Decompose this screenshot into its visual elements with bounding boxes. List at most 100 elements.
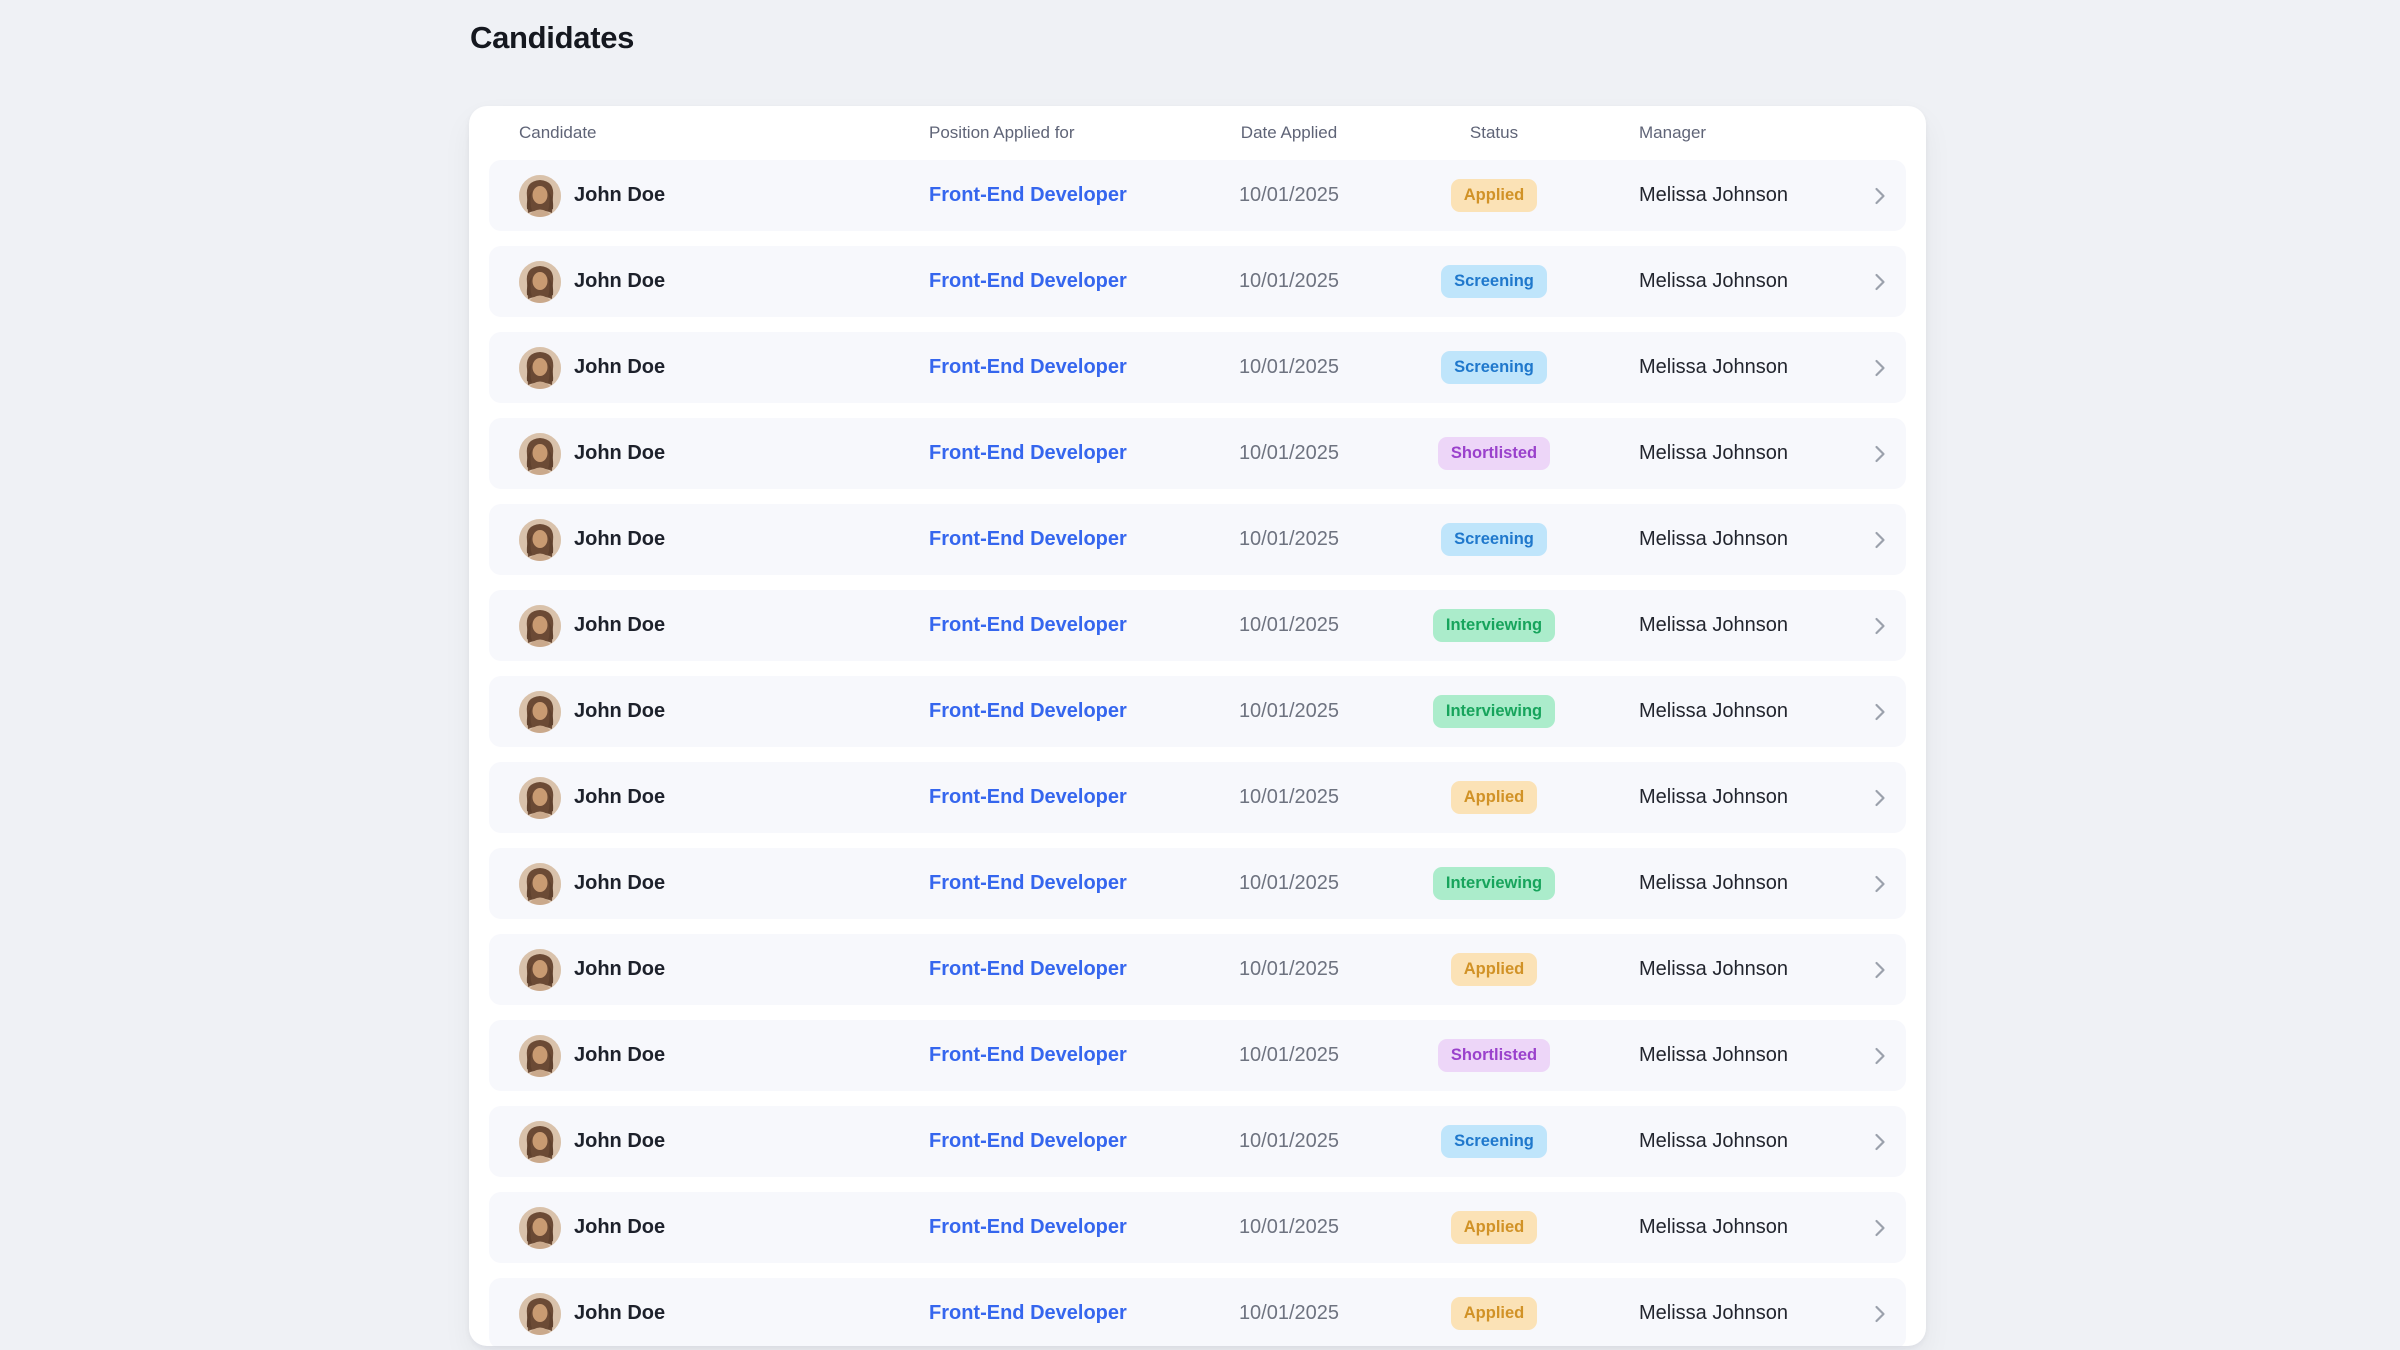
candidate-name: John Doe <box>574 1044 665 1067</box>
candidate-avatar <box>519 1293 561 1335</box>
portrait-photo-icon <box>519 519 561 561</box>
chevron-right-icon <box>1874 1132 1886 1152</box>
status-cell: Shortlisted <box>1389 1039 1599 1072</box>
candidate-name: John Doe <box>574 872 665 895</box>
row-open-control[interactable] <box>1858 1218 1886 1238</box>
status-badge: Screening <box>1441 1125 1547 1158</box>
candidate-name: John Doe <box>574 614 665 637</box>
date-applied: 10/01/2025 <box>1189 1130 1389 1153</box>
date-applied: 10/01/2025 <box>1189 528 1389 551</box>
column-header-date-applied: Date Applied <box>1189 123 1389 143</box>
table-row[interactable]: John Doe Front-End Developer 10/01/2025 … <box>489 1278 1906 1346</box>
position-link[interactable]: Front-End Developer <box>929 356 1189 379</box>
position-link[interactable]: Front-End Developer <box>929 1302 1189 1325</box>
position-link[interactable]: Front-End Developer <box>929 1216 1189 1239</box>
row-open-control[interactable] <box>1858 444 1886 464</box>
candidate-cell: John Doe <box>519 1035 929 1077</box>
candidate-cell: John Doe <box>519 1121 929 1163</box>
row-open-control[interactable] <box>1858 616 1886 636</box>
portrait-photo-icon <box>519 347 561 389</box>
date-applied: 10/01/2025 <box>1189 872 1389 895</box>
manager-name: Melissa Johnson <box>1599 356 1858 379</box>
position-link[interactable]: Front-End Developer <box>929 1044 1189 1067</box>
status-badge: Shortlisted <box>1438 1039 1550 1072</box>
row-open-control[interactable] <box>1858 1046 1886 1066</box>
row-open-control[interactable] <box>1858 874 1886 894</box>
table-row[interactable]: John Doe Front-End Developer 10/01/2025 … <box>489 590 1906 661</box>
status-badge: Screening <box>1441 523 1547 556</box>
candidate-cell: John Doe <box>519 949 929 991</box>
chevron-right-icon <box>1874 272 1886 292</box>
table-row[interactable]: John Doe Front-End Developer 10/01/2025 … <box>489 504 1906 575</box>
manager-name: Melissa Johnson <box>1599 270 1858 293</box>
candidate-avatar <box>519 1035 561 1077</box>
portrait-photo-icon <box>519 1035 561 1077</box>
table-row[interactable]: John Doe Front-End Developer 10/01/2025 … <box>489 160 1906 231</box>
position-link[interactable]: Front-End Developer <box>929 1130 1189 1153</box>
portrait-photo-icon <box>519 691 561 733</box>
candidate-cell: John Doe <box>519 605 929 647</box>
row-open-control[interactable] <box>1858 1304 1886 1324</box>
row-open-control[interactable] <box>1858 788 1886 808</box>
candidate-cell: John Doe <box>519 261 929 303</box>
table-row[interactable]: John Doe Front-End Developer 10/01/2025 … <box>489 934 1906 1005</box>
position-link[interactable]: Front-End Developer <box>929 528 1189 551</box>
status-badge: Interviewing <box>1433 867 1555 900</box>
candidate-cell: John Doe <box>519 863 929 905</box>
table-row[interactable]: John Doe Front-End Developer 10/01/2025 … <box>489 848 1906 919</box>
table-row[interactable]: John Doe Front-End Developer 10/01/2025 … <box>489 1020 1906 1091</box>
status-cell: Applied <box>1389 179 1599 212</box>
row-open-control[interactable] <box>1858 1132 1886 1152</box>
status-cell: Screening <box>1389 351 1599 384</box>
status-cell: Applied <box>1389 781 1599 814</box>
chevron-right-icon <box>1874 1218 1886 1238</box>
position-link[interactable]: Front-End Developer <box>929 786 1189 809</box>
candidate-cell: John Doe <box>519 433 929 475</box>
row-open-control[interactable] <box>1858 960 1886 980</box>
table-row[interactable]: John Doe Front-End Developer 10/01/2025 … <box>489 676 1906 747</box>
position-link[interactable]: Front-End Developer <box>929 958 1189 981</box>
candidate-avatar <box>519 605 561 647</box>
candidate-cell: John Doe <box>519 347 929 389</box>
chevron-right-icon <box>1874 186 1886 206</box>
row-open-control[interactable] <box>1858 702 1886 722</box>
candidate-avatar <box>519 777 561 819</box>
table-row[interactable]: John Doe Front-End Developer 10/01/2025 … <box>489 418 1906 489</box>
position-link[interactable]: Front-End Developer <box>929 270 1189 293</box>
status-badge: Applied <box>1451 1297 1538 1330</box>
status-cell: Screening <box>1389 523 1599 556</box>
position-link[interactable]: Front-End Developer <box>929 614 1189 637</box>
candidate-name: John Doe <box>574 528 665 551</box>
position-link[interactable]: Front-End Developer <box>929 442 1189 465</box>
column-header-position: Position Applied for <box>929 123 1189 143</box>
manager-name: Melissa Johnson <box>1599 872 1858 895</box>
table-row[interactable]: John Doe Front-End Developer 10/01/2025 … <box>489 762 1906 833</box>
table-row[interactable]: John Doe Front-End Developer 10/01/2025 … <box>489 332 1906 403</box>
date-applied: 10/01/2025 <box>1189 184 1389 207</box>
table-row[interactable]: John Doe Front-End Developer 10/01/2025 … <box>489 246 1906 317</box>
row-open-control[interactable] <box>1858 186 1886 206</box>
manager-name: Melissa Johnson <box>1599 1044 1858 1067</box>
position-link[interactable]: Front-End Developer <box>929 184 1189 207</box>
row-open-control[interactable] <box>1858 272 1886 292</box>
portrait-photo-icon <box>519 1121 561 1163</box>
candidate-avatar <box>519 863 561 905</box>
candidate-avatar <box>519 1207 561 1249</box>
portrait-photo-icon <box>519 1293 561 1335</box>
date-applied: 10/01/2025 <box>1189 1302 1389 1325</box>
row-open-control[interactable] <box>1858 530 1886 550</box>
candidate-avatar <box>519 433 561 475</box>
position-link[interactable]: Front-End Developer <box>929 872 1189 895</box>
status-badge: Screening <box>1441 351 1547 384</box>
candidate-name: John Doe <box>574 1216 665 1239</box>
date-applied: 10/01/2025 <box>1189 442 1389 465</box>
manager-name: Melissa Johnson <box>1599 958 1858 981</box>
row-open-control[interactable] <box>1858 358 1886 378</box>
table-row[interactable]: John Doe Front-End Developer 10/01/2025 … <box>489 1106 1906 1177</box>
manager-name: Melissa Johnson <box>1599 1130 1858 1153</box>
status-cell: Applied <box>1389 1297 1599 1330</box>
status-badge: Shortlisted <box>1438 437 1550 470</box>
table-row[interactable]: John Doe Front-End Developer 10/01/2025 … <box>489 1192 1906 1263</box>
manager-name: Melissa Johnson <box>1599 528 1858 551</box>
position-link[interactable]: Front-End Developer <box>929 700 1189 723</box>
